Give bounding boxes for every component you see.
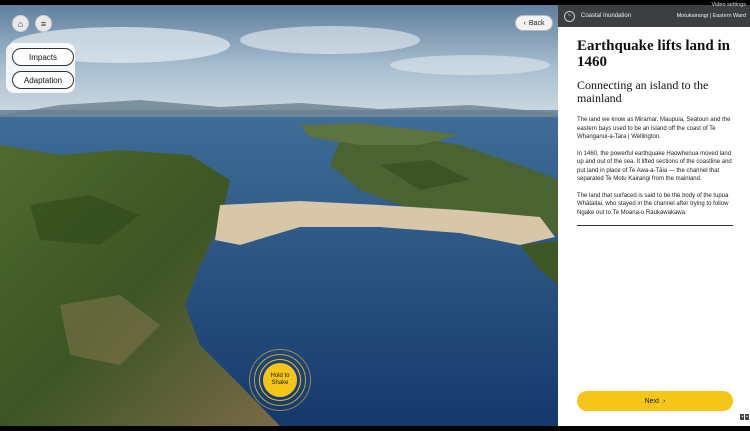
app-title: Coastal Inundation [581, 13, 632, 19]
next-button[interactable]: Next › [577, 391, 733, 411]
expand-icon[interactable]: ▪ [745, 414, 749, 420]
info-panel: ~ Coastal Inundation Motukairangi | East… [558, 2, 750, 426]
back-label: Back [528, 19, 545, 27]
map-scene[interactable]: ⌂ ≡ Impacts Adaptation ‹ Back Hold to Sh… [0, 5, 558, 426]
panel-header: ~ Coastal Inundation Motukairangi | East… [558, 2, 750, 27]
panel-subtitle: Connecting an island to the mainland [577, 78, 709, 105]
panel-divider [577, 225, 733, 226]
menu-button[interactable]: ≡ [35, 15, 52, 32]
impacts-button[interactable]: Impacts [12, 48, 74, 66]
paragraph-2: In 1460, the powerful earthquake Haowhen… [577, 150, 732, 183]
panel-body: Earthquake lifts land in 1460 Connecting… [558, 27, 750, 226]
hold-to-shake-button[interactable]: Hold to Shake [249, 349, 311, 411]
chevron-left-icon: ‹ [523, 19, 526, 27]
next-label: Next [644, 397, 660, 405]
chevron-right-icon: › [663, 397, 666, 405]
panel-title: Earthquake lifts land in 1460 [577, 38, 730, 70]
menu-icon: ≡ [40, 18, 47, 29]
hold-to-shake-label: Hold to Shake [263, 363, 297, 397]
back-button[interactable]: ‹ Back [515, 15, 553, 31]
paragraph-1: The land we know as Miramar, Maupuia, Se… [577, 117, 731, 140]
location-label: Motukairangi | Eastern Ward [676, 13, 746, 19]
adaptation-button[interactable]: Adaptation [12, 71, 74, 89]
wave-logo-icon: ~ [564, 10, 575, 22]
minimize-icon[interactable]: ▪ [740, 414, 745, 420]
video-settings-link[interactable]: Video settings [712, 2, 746, 8]
home-button[interactable]: ⌂ [12, 15, 29, 32]
home-icon: ⌂ [17, 18, 24, 29]
window-controls: ▪ ▪ [740, 414, 749, 420]
paragraph-3: The land that surfaced is said to be the… [577, 192, 729, 216]
